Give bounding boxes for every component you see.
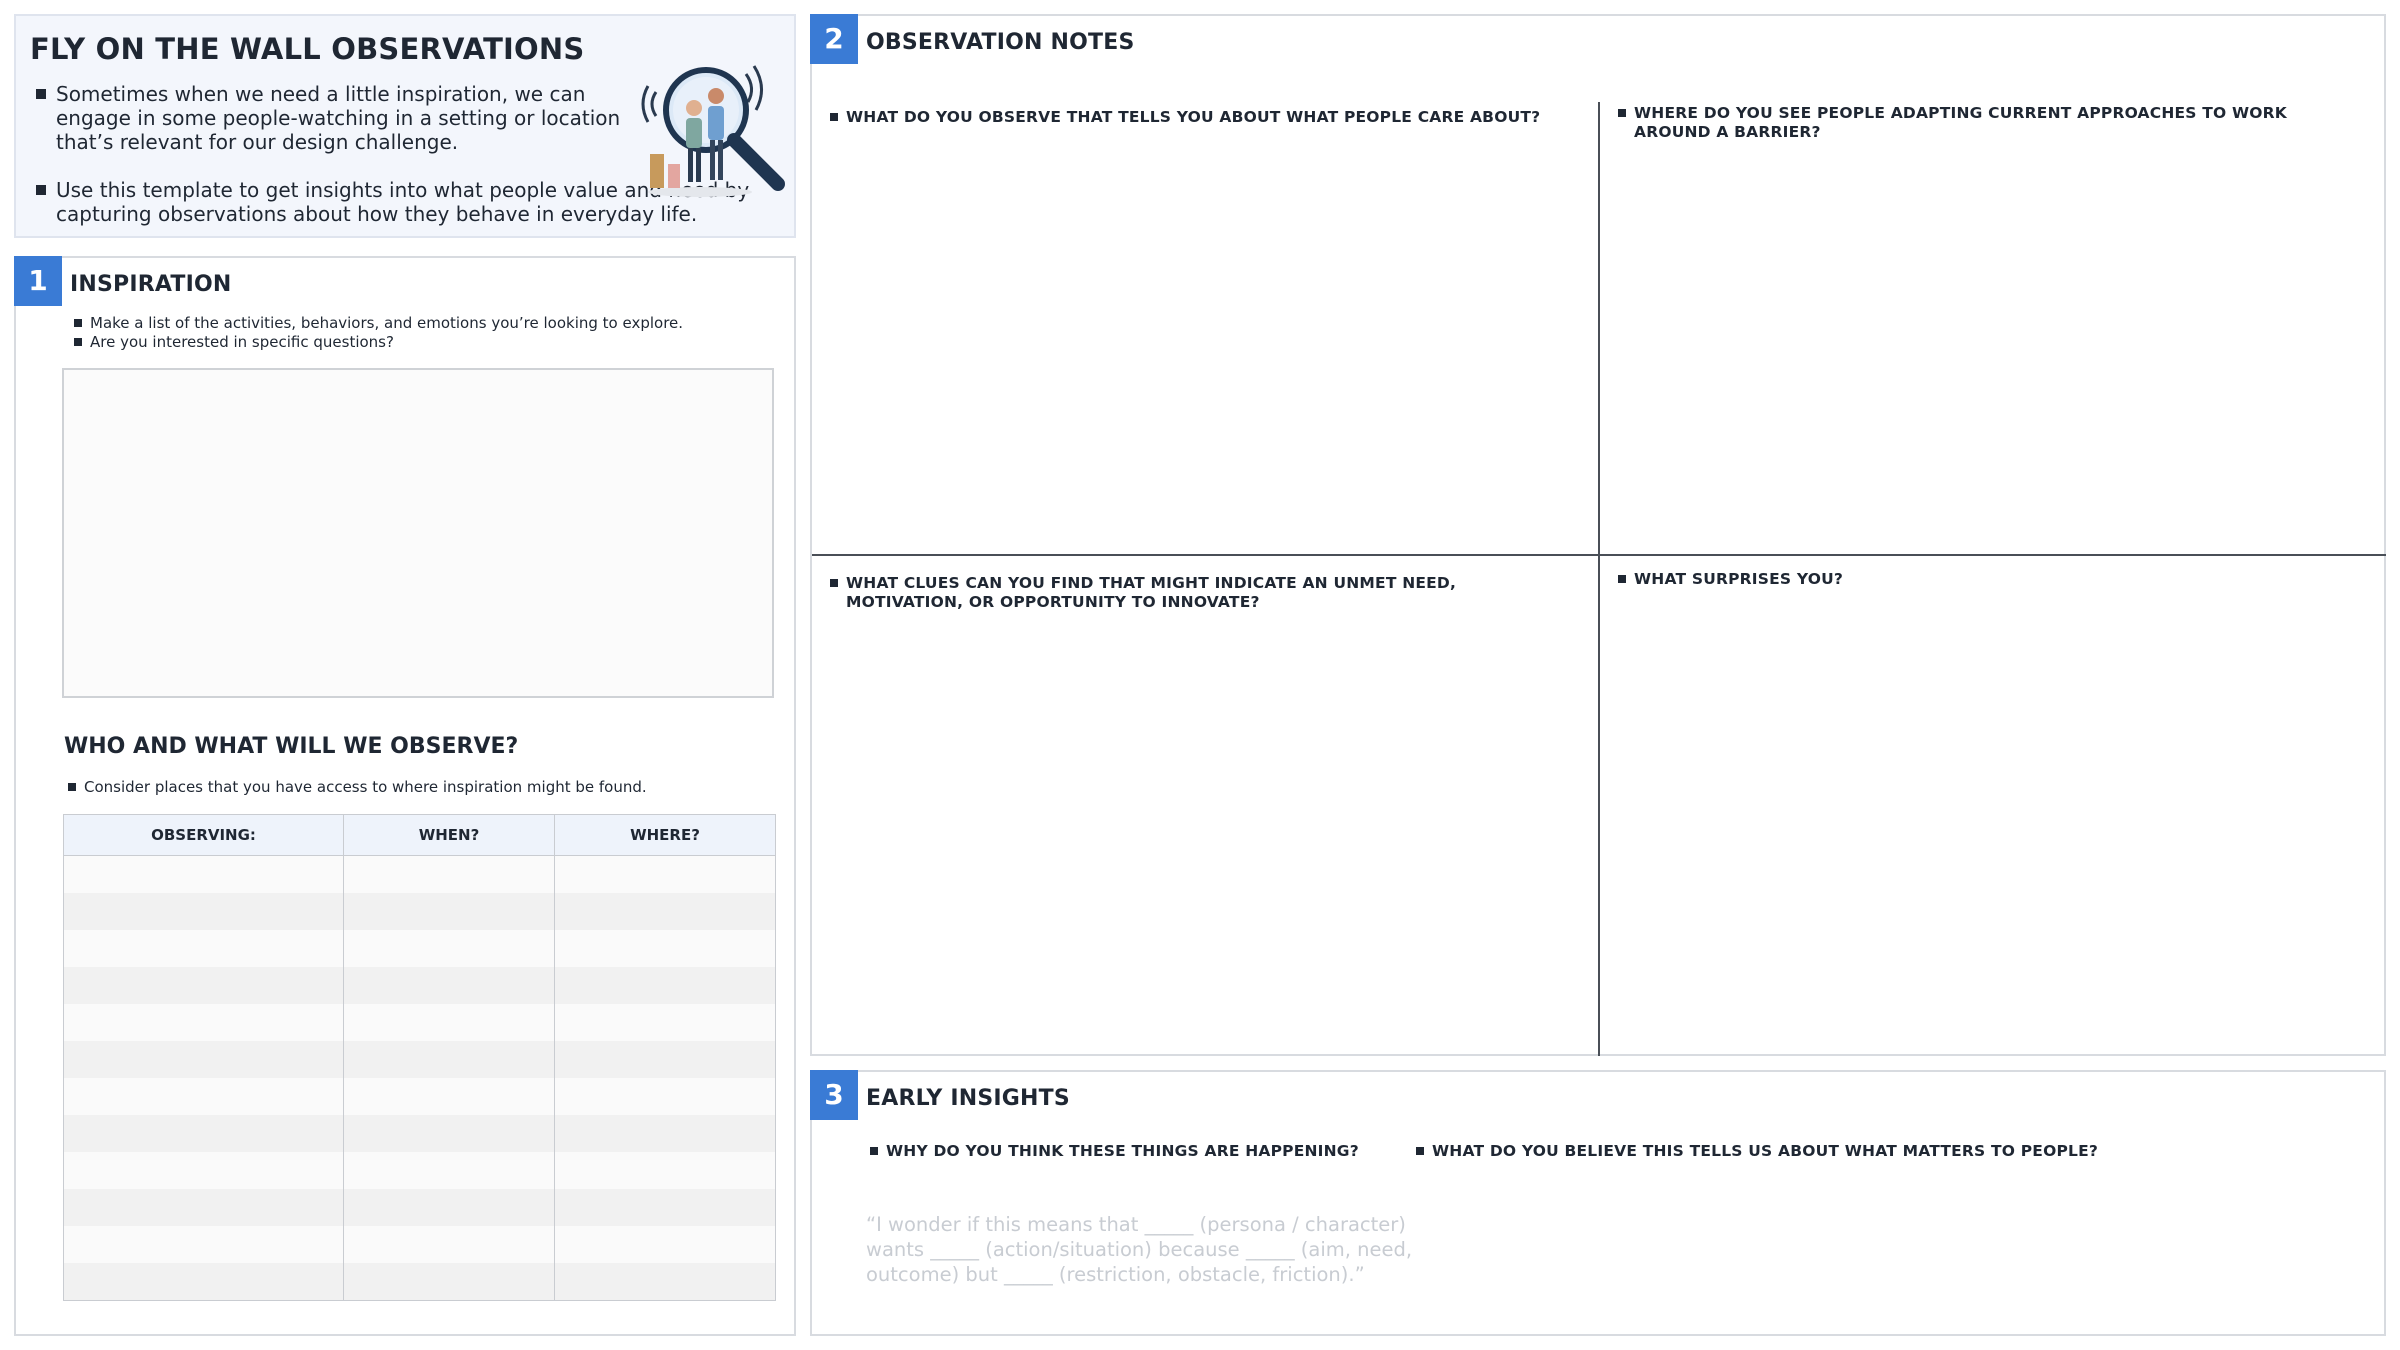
where-cell[interactable] <box>554 930 776 967</box>
observing-cell[interactable] <box>63 1152 344 1189</box>
where-cell[interactable] <box>554 893 776 930</box>
where-cell[interactable] <box>554 1152 776 1189</box>
when-cell[interactable] <box>343 893 555 930</box>
bullet-square-icon <box>1618 575 1626 583</box>
intro-bullet-1: Sometimes when we need a little inspirat… <box>36 82 636 154</box>
table-row <box>63 1189 776 1226</box>
question-unmet-need: WHAT CLUES CAN YOU FIND THAT MIGHT INDIC… <box>830 574 1570 612</box>
question-adapting-approaches: WHERE DO YOU SEE PEOPLE ADAPTING CURRENT… <box>1618 104 2358 142</box>
when-cell[interactable] <box>343 1189 555 1226</box>
bullet-square-icon <box>74 338 82 346</box>
bullet-square-icon <box>68 783 76 791</box>
observing-cell[interactable] <box>63 893 344 930</box>
where-cell[interactable] <box>554 1226 776 1263</box>
when-cell[interactable] <box>343 1004 555 1041</box>
bullet-square-icon <box>36 185 46 195</box>
observing-cell[interactable] <box>63 1263 344 1301</box>
bullet-square-icon <box>36 89 46 99</box>
bullet-square-icon <box>830 579 838 587</box>
inspiration-bullet-1: Make a list of the activities, behaviors… <box>74 314 774 333</box>
question-surprises: WHAT SURPRISES YOU? <box>1618 570 2358 589</box>
when-cell[interactable] <box>343 1263 555 1301</box>
when-cell[interactable] <box>343 967 555 1004</box>
page-title: FLY ON THE WALL OBSERVATIONS <box>30 32 585 66</box>
table-row <box>63 1226 776 1263</box>
observing-cell[interactable] <box>63 855 344 893</box>
section-title: INSPIRATION <box>70 272 232 297</box>
section-number-badge: 2 <box>810 14 858 64</box>
bullet-square-icon <box>1416 1147 1424 1155</box>
observing-cell[interactable] <box>63 1115 344 1152</box>
where-cell[interactable] <box>554 1078 776 1115</box>
when-cell[interactable] <box>343 1152 555 1189</box>
column-header-where: WHERE? <box>554 814 776 856</box>
who-what-title: WHO AND WHAT WILL WE OBSERVE? <box>64 734 519 759</box>
insight-prompt-placeholder[interactable]: “I wonder if this means that _____ (pers… <box>866 1212 1426 1287</box>
table-row <box>63 855 776 893</box>
where-cell[interactable] <box>554 1004 776 1041</box>
table-row <box>63 893 776 930</box>
bullet-square-icon <box>1618 109 1626 117</box>
when-cell[interactable] <box>343 1226 555 1263</box>
magnifying-glass-people-icon <box>641 65 785 197</box>
column-header-observing: OBSERVING: <box>63 814 344 856</box>
section-title: EARLY INSIGHTS <box>866 1086 1070 1111</box>
when-cell[interactable] <box>343 930 555 967</box>
bullet-square-icon <box>830 113 838 121</box>
table-row <box>63 1041 776 1078</box>
when-cell[interactable] <box>343 1041 555 1078</box>
table-row <box>63 1004 776 1041</box>
section-number-badge: 1 <box>14 256 62 306</box>
where-cell[interactable] <box>554 1115 776 1152</box>
column-header-when: WHEN? <box>343 814 555 856</box>
table-row <box>63 967 776 1004</box>
inspiration-panel: 1 INSPIRATION Make a list of the activit… <box>14 256 796 1336</box>
table-row <box>63 1263 776 1301</box>
observing-cell[interactable] <box>63 1078 344 1115</box>
question-why-happening: WHY DO YOU THINK THESE THINGS ARE HAPPEN… <box>870 1142 1390 1161</box>
observation-plan-table: OBSERVING: WHEN? WHERE? <box>63 814 776 1301</box>
table-row <box>63 930 776 967</box>
where-cell[interactable] <box>554 1041 776 1078</box>
observing-cell[interactable] <box>63 1041 344 1078</box>
inspiration-notes-area[interactable] <box>62 368 774 698</box>
quadrant-divider-horizontal <box>812 554 2386 556</box>
observing-cell[interactable] <box>63 930 344 967</box>
where-cell[interactable] <box>554 1189 776 1226</box>
observing-cell[interactable] <box>63 1226 344 1263</box>
observing-cell[interactable] <box>63 967 344 1004</box>
where-cell[interactable] <box>554 855 776 893</box>
table-row <box>63 1152 776 1189</box>
inspiration-bullet-2: Are you interested in specific questions… <box>74 333 774 352</box>
when-cell[interactable] <box>343 855 555 893</box>
intro-panel: FLY ON THE WALL OBSERVATIONS Sometimes w… <box>14 14 796 238</box>
when-cell[interactable] <box>343 1078 555 1115</box>
where-cell[interactable] <box>554 967 776 1004</box>
bullet-square-icon <box>74 319 82 327</box>
table-row <box>63 1115 776 1152</box>
observation-notes-panel: 2 OBSERVATION NOTES WHAT DO YOU OBSERVE … <box>810 14 2386 1056</box>
section-number-badge: 3 <box>810 1070 858 1120</box>
observing-cell[interactable] <box>63 1004 344 1041</box>
when-cell[interactable] <box>343 1115 555 1152</box>
who-what-bullet: Consider places that you have access to … <box>68 778 768 797</box>
where-cell[interactable] <box>554 1263 776 1301</box>
question-what-matters: WHAT DO YOU BELIEVE THIS TELLS US ABOUT … <box>1416 1142 2316 1161</box>
early-insights-panel: 3 EARLY INSIGHTS WHY DO YOU THINK THESE … <box>810 1070 2386 1336</box>
table-row <box>63 1078 776 1115</box>
section-title: OBSERVATION NOTES <box>866 30 1135 55</box>
bullet-square-icon <box>870 1147 878 1155</box>
observing-cell[interactable] <box>63 1189 344 1226</box>
quadrant-divider-vertical <box>1598 102 1600 1056</box>
question-people-care: WHAT DO YOU OBSERVE THAT TELLS YOU ABOUT… <box>830 108 1570 127</box>
